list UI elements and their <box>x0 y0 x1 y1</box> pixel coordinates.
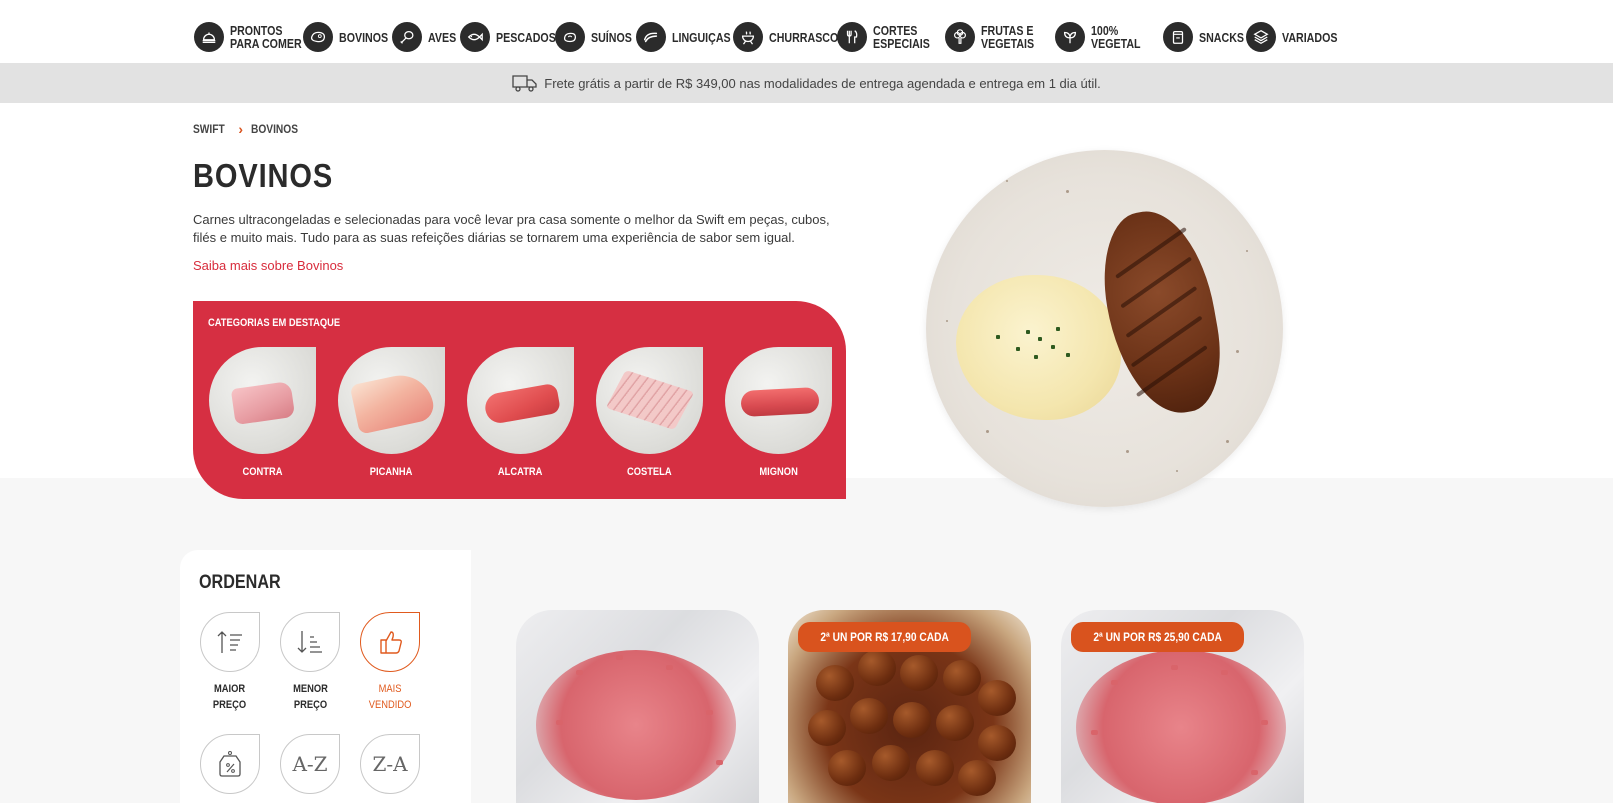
category-label: PICANHA <box>370 466 413 478</box>
nav-item-suinos[interactable]: SUÍNOS <box>555 22 641 52</box>
nav-item-100-vegetal[interactable]: 100% VEGETAL <box>1055 22 1151 52</box>
nav-label: AVES <box>428 29 457 45</box>
page-description: Carnes ultracongeladas e selecionadas pa… <box>193 212 830 245</box>
promo-badge: 2ª UN POR R$ 25,90 CADA <box>1071 622 1245 652</box>
chevron-right-icon: › <box>238 121 243 137</box>
cloche-icon <box>194 22 224 52</box>
breadcrumb-home[interactable]: SWIFT <box>193 122 225 136</box>
shipping-text: Frete grátis a partir de R$ 349,00 nas m… <box>544 75 1101 91</box>
promo-badge: 2ª UN POR R$ 17,90 CADA <box>798 622 972 652</box>
nav-item-churrasco[interactable]: CHURRASCO <box>733 22 854 52</box>
category-costela[interactable]: COSTELA <box>596 347 703 480</box>
cutlery-icon <box>837 22 867 52</box>
category-image <box>467 347 574 454</box>
category-nav: PRONTOS PARA COMER BOVINOS AVES PESCADOS … <box>0 0 1613 63</box>
sort-a-z[interactable]: A-Z <box>279 734 341 794</box>
hero-plate-image <box>926 150 1283 507</box>
sort-panel: ORDENAR MAIOR PREÇO MENOR PREÇO MAIS VENDID… <box>180 550 471 803</box>
pork-icon <box>555 22 585 52</box>
nav-item-snacks[interactable]: SNACKS <box>1163 22 1254 52</box>
page-title: BOVINOS <box>193 157 334 194</box>
nav-label: CORTES ESPECIAIS <box>873 23 930 51</box>
sort-ascending-icon <box>297 631 322 653</box>
sausage-icon <box>636 22 666 52</box>
discount-tag-icon <box>219 751 241 777</box>
nav-item-cortes-especiais[interactable]: CORTES ESPECIAIS <box>837 22 942 52</box>
nav-label: PESCADOS <box>496 29 556 45</box>
thumbs-up-icon <box>380 631 402 654</box>
sort-descending-icon <box>217 631 242 653</box>
nav-label: LINGUIÇAS <box>672 29 731 45</box>
leaf-icon <box>1055 22 1085 52</box>
nav-label: 100% VEGETAL <box>1091 23 1141 51</box>
sort-label: MAIOR PREÇO <box>213 683 247 711</box>
sort-label: MAIS VENDIDO <box>368 683 412 711</box>
snack-bag-icon <box>1163 22 1193 52</box>
category-label: ALCATRA <box>498 466 543 478</box>
nav-label: PRONTOS PARA COMER <box>230 23 302 51</box>
z-a-icon: Z-A <box>372 752 408 776</box>
nav-label: SUÍNOS <box>591 29 632 45</box>
sort-title: ORDENAR <box>199 572 281 593</box>
nav-item-pescados[interactable]: PESCADOS <box>460 22 569 52</box>
category-label: MIGNON <box>759 466 798 478</box>
nav-item-variados[interactable]: VARIADOS <box>1246 22 1350 52</box>
grilled-steak <box>1091 202 1232 423</box>
sort-z-a[interactable]: Z-A <box>359 734 421 794</box>
category-label: COSTELA <box>627 466 672 478</box>
a-z-icon: A-Z <box>292 752 328 776</box>
breadcrumb-current: BOVINOS <box>251 122 299 136</box>
mashed-potato <box>956 275 1121 420</box>
category-picanha[interactable]: PICANHA <box>338 347 445 480</box>
category-image <box>209 347 316 454</box>
category-label: CONTRA <box>242 466 283 478</box>
nav-item-linguicas[interactable]: LINGUIÇAS <box>636 22 744 52</box>
learn-more-link[interactable]: Saiba mais sobre Bovinos <box>193 258 343 273</box>
sort-highest-price[interactable]: MAIOR PREÇO <box>199 612 261 713</box>
shipping-banner: Frete grátis a partir de R$ 349,00 nas m… <box>0 63 1613 103</box>
sort-label: MENOR PREÇO <box>292 683 328 711</box>
nav-item-frutas-e-vegetais[interactable]: FRUTAS E VEGETAIS <box>945 22 1046 52</box>
nav-item-aves[interactable]: AVES <box>392 22 462 52</box>
sort-best-seller[interactable]: MAIS VENDIDO <box>359 612 421 713</box>
nav-label: VARIADOS <box>1282 29 1338 45</box>
fish-icon <box>460 22 490 52</box>
product-card[interactable]: 2ª UN POR R$ 25,90 CADA <box>1061 610 1304 803</box>
nav-label: SNACKS <box>1199 29 1245 45</box>
breadcrumb: SWIFT › BOVINOS <box>193 121 306 137</box>
sort-lowest-price[interactable]: MENOR PREÇO <box>279 612 341 713</box>
category-mignon[interactable]: MIGNON <box>725 347 832 480</box>
product-card[interactable]: 2ª UN POR R$ 17,90 CADA <box>788 610 1031 803</box>
grill-icon <box>733 22 763 52</box>
nav-item-bovinos[interactable]: BOVINOS <box>303 22 399 52</box>
featured-title: CATEGORIAS EM DESTAQUE <box>208 317 341 329</box>
layers-icon <box>1246 22 1276 52</box>
steak-icon <box>303 22 333 52</box>
nav-item-prontos-para-comer[interactable]: PRONTOS PARA COMER <box>194 22 317 52</box>
broccoli-icon <box>945 22 975 52</box>
category-contra[interactable]: CONTRA <box>209 347 316 480</box>
nav-label: FRUTAS E VEGETAIS <box>981 23 1035 51</box>
category-image <box>338 347 445 454</box>
nav-label: BOVINOS <box>339 29 389 45</box>
featured-categories: CATEGORIAS EM DESTAQUE CONTRA PICANHA AL… <box>193 301 846 499</box>
sort-discount[interactable] <box>199 734 261 794</box>
drumstick-icon <box>392 22 422 52</box>
category-image <box>725 347 832 454</box>
nav-label: CHURRASCO <box>769 29 839 45</box>
category-alcatra[interactable]: ALCATRA <box>467 347 574 480</box>
truck-icon <box>512 75 537 92</box>
product-card[interactable] <box>516 610 759 803</box>
category-image <box>596 347 703 454</box>
